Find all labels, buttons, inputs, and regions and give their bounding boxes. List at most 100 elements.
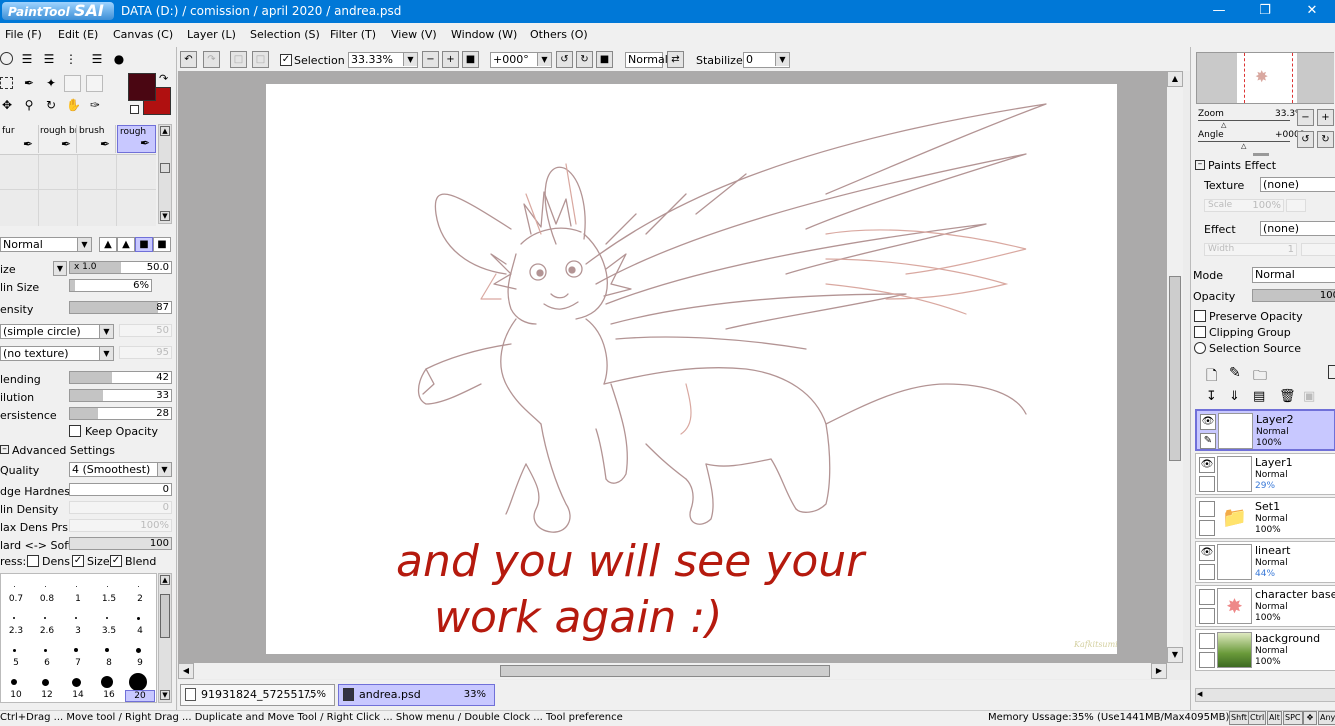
zoom-reset-icon[interactable]: ■ <box>462 51 479 68</box>
pressure-blend-checkbox[interactable]: ✓ <box>110 555 122 567</box>
redo-icon[interactable]: ↷ <box>203 51 220 68</box>
layer-row[interactable]: background Normal 100% <box>1195 629 1335 671</box>
persistence-slider[interactable]: 28 <box>69 407 172 420</box>
new-folder-icon[interactable]: 🗀 <box>1253 365 1267 389</box>
brush-size-dot[interactable] <box>129 673 147 691</box>
zoom-slider-thumb[interactable]: △ <box>1221 121 1226 129</box>
flip-icon[interactable]: ⇄ <box>667 51 684 68</box>
width-strength[interactable] <box>1301 243 1335 256</box>
canvas-vertical-scrollbar[interactable]: ▲ ▼ <box>1167 71 1183 663</box>
move-icon[interactable]: ✥ <box>0 98 14 112</box>
visibility-eye-icon[interactable] <box>1199 633 1215 649</box>
brush-size-dot[interactable] <box>136 616 140 620</box>
visibility-eye-icon[interactable]: 👁 <box>1200 414 1216 430</box>
navigator-preview[interactable]: ✸ <box>1196 52 1334 104</box>
edge-hardness-slider[interactable]: 0 <box>69 483 172 496</box>
visibility-eye-icon[interactable] <box>1199 589 1215 605</box>
dilution-slider[interactable]: 33 <box>69 389 172 402</box>
lines-icon[interactable]: ☰ <box>20 52 34 66</box>
invert-selection-icon[interactable]: □ <box>252 51 269 68</box>
density-slider[interactable]: 87 <box>69 301 172 314</box>
size-multiplier-dropdown[interactable]: ▼ <box>53 261 67 276</box>
rotate-icon[interactable]: ↻ <box>44 98 58 112</box>
view-blend-mode[interactable]: Normal <box>625 52 668 68</box>
brush-size-dot[interactable] <box>41 678 49 686</box>
menu-filter[interactable]: Filter (T) <box>330 28 376 41</box>
pressure-size-checkbox[interactable]: ✓ <box>72 555 84 567</box>
rotate-reset-icon[interactable]: ■ <box>596 51 613 68</box>
brush-shape-select[interactable]: (simple circle) ▼ <box>0 324 114 339</box>
brush-size-dot[interactable] <box>13 617 15 619</box>
merge-down-icon[interactable]: ⇓ <box>1229 389 1240 404</box>
brush-texture-select[interactable]: (no texture) ▼ <box>0 346 114 361</box>
primary-color-swatch[interactable] <box>128 73 156 101</box>
clipping-group-checkbox[interactable] <box>1194 326 1206 338</box>
texture-select[interactable]: (none) <box>1260 177 1335 192</box>
brush-size-dot[interactable] <box>11 679 17 685</box>
document-tab-1[interactable]: 91931824_572551... 75% <box>180 684 335 706</box>
swap-colors-icon[interactable]: ↷ <box>159 72 168 85</box>
brush-blend-mode-select[interactable]: Normal ▼ <box>0 237 92 252</box>
brush-size-dot[interactable] <box>12 648 16 652</box>
brush-slot-scrollbar[interactable]: ▲ ▼ <box>158 124 172 224</box>
layer-button-disabled-icon[interactable]: ▣ <box>1303 389 1315 404</box>
close-button[interactable]: ✕ <box>1289 0 1335 23</box>
lines-icon-2[interactable]: ☰ <box>42 52 56 66</box>
brush-slot-brush[interactable]: brush ✒ <box>77 125 116 153</box>
nav-rotate-right-icon[interactable]: ↻ <box>1317 131 1334 148</box>
rect-select-icon[interactable] <box>0 77 13 89</box>
dotted-lines-icon[interactable]: ⋮ <box>64 52 78 66</box>
zoom-select[interactable]: 33.33% ▼ <box>348 52 418 68</box>
layer-mode-select[interactable]: Normal <box>1252 267 1335 283</box>
menu-others[interactable]: Others (O) <box>530 28 588 41</box>
min-size-slider[interactable]: 6% <box>69 279 152 292</box>
collapse-icon[interactable]: – <box>0 445 9 454</box>
quality-select[interactable]: 4 (Smoothest) ▼ <box>69 462 172 477</box>
layer-lock-toggle[interactable]: ✎ <box>1200 433 1216 449</box>
menu-view[interactable]: View (V) <box>391 28 437 41</box>
angle-select[interactable]: +000° ▼ <box>490 52 552 68</box>
brush-size-scrollbar[interactable]: ▲ ▼ <box>158 573 172 703</box>
maximize-button[interactable]: ❐ <box>1242 0 1288 23</box>
layers-horizontal-scrollbar[interactable]: ◀ <box>1195 688 1335 702</box>
max-dens-prs-slider[interactable]: 100% <box>69 519 172 532</box>
menu-canvas[interactable]: Canvas (C) <box>113 28 173 41</box>
canvas-paper[interactable]: and you will see your work again :) Kafk… <box>266 84 1118 654</box>
brush-size-dot[interactable] <box>43 648 47 652</box>
nav-rotate-left-icon[interactable]: ↺ <box>1297 131 1314 148</box>
brush-size-dot[interactable] <box>137 585 139 587</box>
transfer-down-icon[interactable]: ↧ <box>1206 389 1217 404</box>
layer-row[interactable]: 👁 ✎ Layer2 Normal 100% <box>1195 409 1335 451</box>
menu-selection[interactable]: Selection (S) <box>250 28 320 41</box>
min-density-slider[interactable]: 0 <box>69 501 172 514</box>
visibility-eye-icon[interactable]: 👁 <box>1199 545 1215 561</box>
pressure-dens-checkbox[interactable] <box>27 555 39 567</box>
brush-shape-flat-icon[interactable]: ■ <box>135 237 153 252</box>
hard-soft-slider[interactable]: 100 <box>69 537 172 550</box>
hand-icon[interactable]: ✋ <box>66 98 81 112</box>
lasso-icon[interactable]: ✒ <box>22 76 36 90</box>
effect-select[interactable]: (none) <box>1260 221 1335 236</box>
brush-shape-soft-icon[interactable]: ▲ <box>117 237 135 252</box>
layer-row[interactable]: 📁 Set1 Normal 100% <box>1195 497 1335 539</box>
magic-wand-icon[interactable]: ✦ <box>44 76 58 90</box>
new-linework-layer-icon[interactable]: ✎ <box>1229 365 1241 381</box>
layer-row[interactable]: 👁 lineart Normal 44% <box>1195 541 1335 583</box>
brush-shape-strength[interactable]: 50 <box>119 324 172 337</box>
lines-icon-3[interactable]: ☰ <box>90 52 104 66</box>
keep-opacity-checkbox[interactable] <box>69 425 81 437</box>
layer-lock-toggle[interactable] <box>1199 652 1215 668</box>
selection-checkbox[interactable]: ✓ <box>280 54 292 66</box>
reset-colors-icon[interactable] <box>130 105 139 114</box>
selection-source-radio[interactable] <box>1194 342 1206 354</box>
layer-lock-toggle[interactable] <box>1199 520 1215 536</box>
advanced-settings-header[interactable]: Advanced Settings <box>12 444 115 457</box>
brush-size-dot[interactable] <box>75 617 77 619</box>
nav-zoom-out-icon[interactable]: − <box>1297 109 1314 126</box>
rotate-left-icon[interactable]: ↺ <box>556 51 573 68</box>
scale-field[interactable]: Scale 100% <box>1204 199 1284 212</box>
zoom-in-icon[interactable]: + <box>442 51 459 68</box>
stabilizer-select[interactable]: 0 ▼ <box>743 52 790 68</box>
brush-size-dot[interactable] <box>106 585 108 587</box>
blending-slider[interactable]: 42 <box>69 371 172 384</box>
